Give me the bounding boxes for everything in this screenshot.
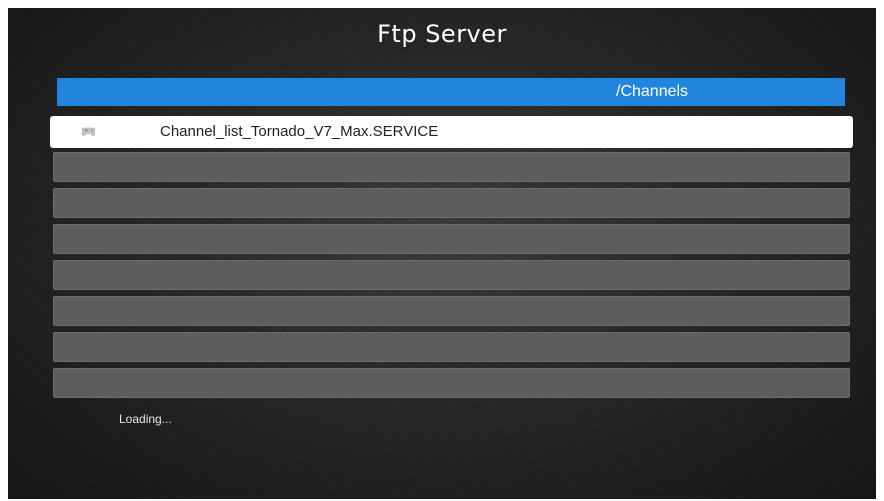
- list-item[interactable]: [53, 368, 850, 398]
- file-list-item-selected[interactable]: Channel_list_Tornado_V7_Max.SERVICE: [50, 116, 853, 148]
- list-item[interactable]: [53, 260, 850, 290]
- file-name: Channel_list_Tornado_V7_Max.SERVICE: [160, 123, 439, 140]
- gamepad-icon: [82, 127, 95, 136]
- list-item[interactable]: [53, 152, 850, 182]
- current-path-bar: /Channels: [57, 78, 845, 106]
- list-item[interactable]: [53, 188, 850, 218]
- ftp-server-screen: Ftp Server /Channels Channel_list_Tornad…: [8, 8, 876, 499]
- list-item[interactable]: [53, 332, 850, 362]
- status-text: Loading...: [119, 412, 172, 426]
- page-title: Ftp Server: [377, 20, 507, 48]
- current-path: /Channels: [616, 83, 689, 100]
- list-item[interactable]: [53, 296, 850, 326]
- file-list: Channel_list_Tornado_V7_Max.SERVICE: [50, 116, 853, 404]
- list-item[interactable]: [53, 224, 850, 254]
